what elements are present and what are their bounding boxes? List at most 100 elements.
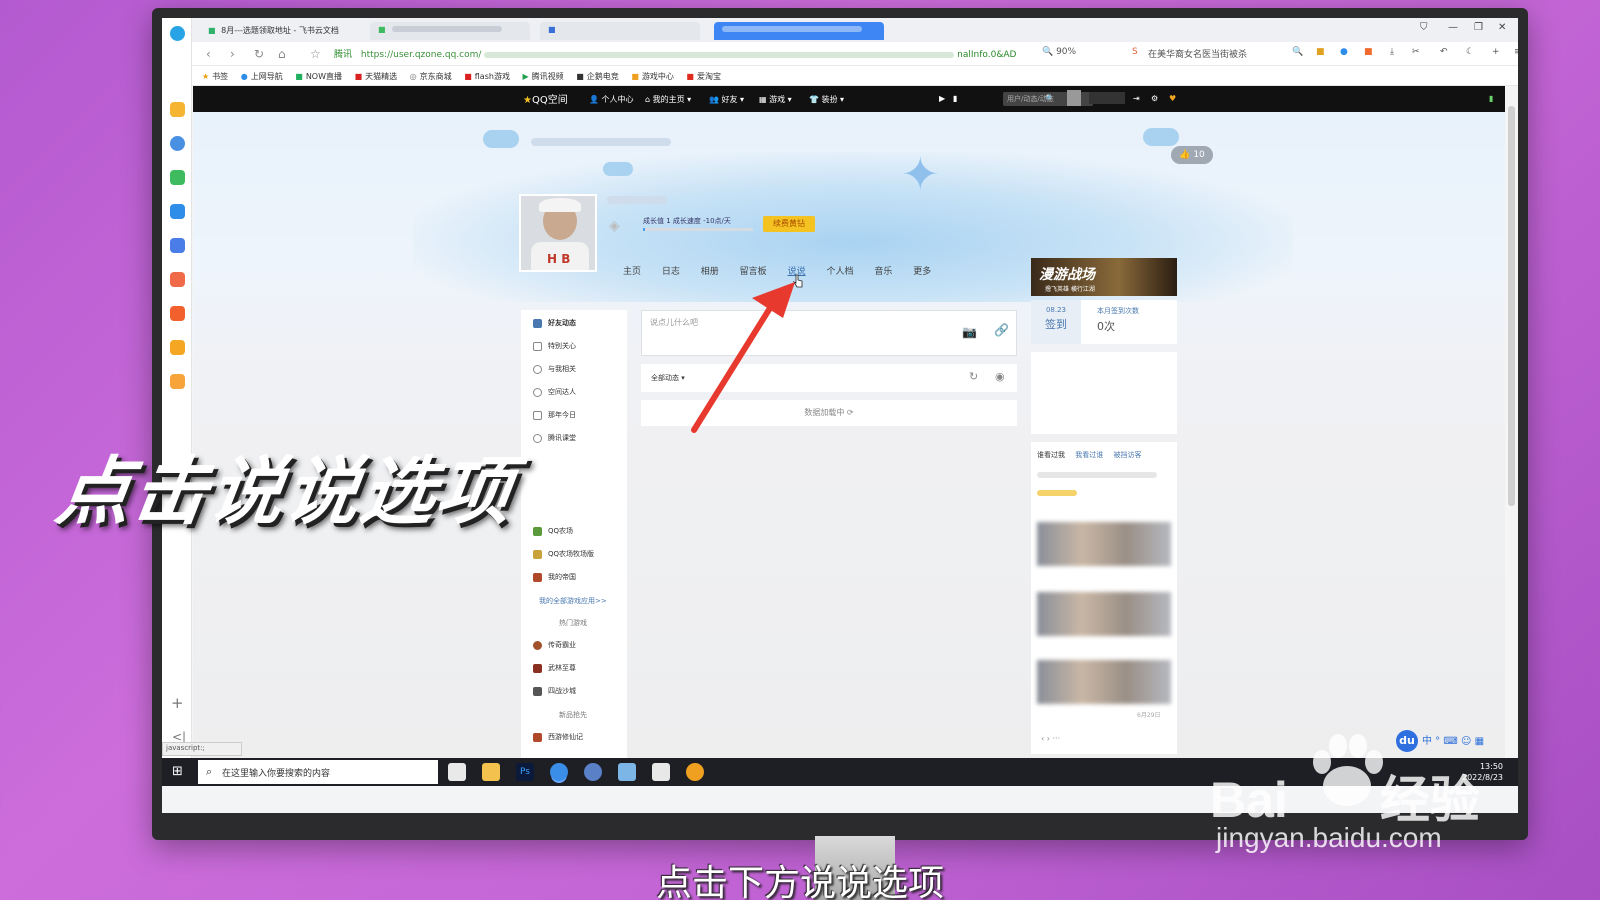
home-icon[interactable]: ⌂ — [278, 47, 286, 61]
app-my-empire[interactable]: 我的帝国 — [533, 572, 576, 582]
nav-games[interactable]: ▦ 游戏 ▾ — [759, 94, 792, 105]
extension-icon[interactable]: ● — [1340, 47, 1348, 57]
nav-album[interactable]: 相册 — [701, 267, 719, 277]
refresh-icon[interactable]: ↻ — [969, 370, 978, 383]
play-icon[interactable]: ▶ — [939, 94, 945, 103]
page-scrollbar[interactable] — [1505, 86, 1518, 758]
tab-second[interactable]: ■ — [370, 22, 530, 40]
game-item[interactable]: 传奇霸业 — [533, 640, 576, 650]
post-input[interactable]: 说点儿什么吧 📷 🔗 — [641, 310, 1017, 356]
bookmark-item[interactable]: ■ 天猫精选 — [355, 71, 398, 82]
download-icon[interactable]: ⤓ — [1390, 47, 1394, 57]
notes-icon[interactable] — [170, 374, 185, 389]
all-games-link[interactable]: 我的全部游戏应用>> — [539, 596, 607, 606]
bookmark-item[interactable]: ◎ 京东商城 — [410, 71, 452, 82]
zoom-level[interactable]: 🔍 90% — [1042, 47, 1076, 57]
refresh-icon[interactable]: ↻ — [254, 47, 264, 61]
signin-button[interactable]: 08.23 签到 — [1031, 300, 1081, 344]
game-banner[interactable]: 漫游战场 撸飞英雄 横行江湖 — [1031, 258, 1177, 296]
store-icon[interactable] — [448, 763, 466, 781]
bookmark-item[interactable]: ■ flash游戏 — [464, 71, 510, 82]
visitor-pager[interactable]: ‹ › ··· — [1041, 734, 1060, 743]
menu-this-day[interactable]: 那年今日 — [533, 410, 576, 420]
add-icon[interactable]: + — [171, 694, 184, 712]
photos-icon[interactable] — [652, 763, 670, 781]
minimize-button[interactable]: — — [1448, 22, 1458, 33]
qzone-logo[interactable]: ★QQ空间 — [523, 91, 568, 106]
wechat-icon[interactable] — [170, 170, 185, 185]
restore-button[interactable]: ❐ — [1474, 22, 1483, 33]
new-tab-icon[interactable]: + — [1492, 47, 1500, 57]
profile-avatar[interactable]: H B — [519, 194, 597, 272]
upload-icon[interactable] — [170, 204, 185, 219]
menu-tencent-class[interactable]: 腾讯课堂 — [533, 433, 576, 443]
nav-profile[interactable]: 个人档 — [826, 267, 853, 277]
nav-more[interactable]: 更多 — [913, 267, 931, 277]
scrollbar-thumb[interactable] — [1508, 106, 1515, 506]
tab-blocked-visitors[interactable]: 被挡访客 — [1113, 451, 1141, 459]
bookmark-item[interactable]: ● 上网导航 — [241, 71, 283, 82]
windows-start-icon[interactable]: ⊞ — [172, 764, 183, 779]
qq-icon[interactable] — [686, 763, 704, 781]
tab-feishu[interactable]: ■ 8月---选题领取地址 - 飞书云文档 — [200, 22, 360, 40]
browser-icon[interactable] — [550, 763, 568, 781]
nav-music[interactable]: 音乐 — [874, 267, 892, 277]
menu-friend-feed[interactable]: 好友动态 — [533, 318, 576, 328]
url-field[interactable]: 腾讯 https://user.qzone.qq.com/ nalInfo.0&… — [334, 47, 1034, 60]
visitor-photos[interactable] — [1037, 592, 1171, 636]
browser-logo-icon[interactable] — [170, 26, 185, 41]
reader-icon[interactable]: ■ — [1364, 47, 1373, 57]
game-item[interactable]: 武林至尊 — [533, 663, 576, 673]
news-icon[interactable]: S — [1132, 47, 1138, 57]
search-hint[interactable]: 在美华裔女名医当街被杀 — [1148, 47, 1247, 60]
user-avatar[interactable] — [1067, 90, 1081, 106]
cloud-icon[interactable] — [170, 238, 185, 253]
app-qq-farm[interactable]: QQ农场 — [533, 526, 573, 536]
tab-list-icon[interactable]: ⛉ — [1420, 22, 1428, 33]
bookmark-item[interactable]: ■ 游戏中心 — [631, 71, 674, 82]
menu-space-expert[interactable]: 空间达人 — [533, 387, 576, 397]
app-icon[interactable] — [618, 763, 636, 781]
tab-who-visited-me[interactable]: 谁看过我 — [1037, 451, 1065, 459]
taskbar-search-input[interactable]: ⌕ 在这里输入你要搜索的内容 — [198, 760, 438, 784]
favorites-icon[interactable] — [170, 102, 185, 117]
app-qq-farm-ranch[interactable]: QQ农场牧场版 — [533, 549, 594, 559]
game-item[interactable]: 四战沙城 — [533, 686, 576, 696]
bookmark-item[interactable]: ■ 爱淘宝 — [686, 71, 721, 82]
close-button[interactable]: ✕ — [1498, 22, 1506, 33]
nav-my-home[interactable]: ⌂ 我的主页 ▾ — [645, 94, 691, 105]
feed-filter-dropdown[interactable]: 全部动态 ▾ — [651, 373, 685, 383]
ime-toolbar[interactable]: du 中 ° ⌨ ☺ ▦ — [1396, 730, 1484, 752]
bookmark-item[interactable]: ■ 企鹅电竞 — [576, 71, 619, 82]
history-icon[interactable] — [170, 136, 185, 151]
like-counter[interactable]: 👍 10 — [1171, 146, 1213, 164]
game-center-icon[interactable]: ■ — [1316, 47, 1325, 57]
explorer-icon[interactable] — [482, 763, 500, 781]
nav-guestbook[interactable]: 留言板 — [740, 267, 767, 277]
forward-icon[interactable]: › — [230, 47, 235, 61]
night-mode-icon[interactable]: ☾ — [1466, 47, 1474, 57]
bars-icon[interactable]: ▮ — [953, 94, 957, 103]
nav-friends[interactable]: 👥 好友 ▾ — [709, 94, 744, 105]
game-item[interactable]: 西游修仙记 — [533, 732, 583, 742]
screenshot-icon[interactable]: ✂ — [1412, 47, 1420, 57]
menu-related-to-me[interactable]: 与我相关 — [533, 364, 576, 374]
undo-icon[interactable]: ↶ — [1440, 47, 1448, 57]
tab-qzone[interactable] — [714, 22, 884, 40]
pdf-icon[interactable] — [170, 306, 185, 321]
search-tool-icon[interactable] — [170, 340, 185, 355]
search-icon[interactable]: 🔍 — [1045, 94, 1055, 103]
camera-icon[interactable]: 📷 — [962, 325, 977, 339]
nav-blog[interactable]: 日志 — [662, 267, 680, 277]
tab-who-i-visited[interactable]: 我看过谁 — [1075, 451, 1103, 459]
settings-icon[interactable]: ⚙ — [1151, 94, 1158, 103]
tab-third[interactable]: ■ — [540, 22, 700, 40]
visitor-photos[interactable] — [1037, 660, 1171, 704]
bookmark-item[interactable]: ■ NOW直播 — [295, 71, 342, 82]
renew-vip-button[interactable]: 续费黄钻 — [763, 216, 815, 232]
nav-personal-center[interactable]: 👤 个人中心 — [589, 94, 634, 105]
bookmark-item[interactable]: ▶ 腾讯视频 — [523, 71, 564, 82]
menu-icon[interactable]: ≡ — [1514, 47, 1518, 57]
attach-icon[interactable]: 🔗 — [994, 323, 1009, 337]
visitor-photos[interactable] — [1037, 522, 1171, 566]
